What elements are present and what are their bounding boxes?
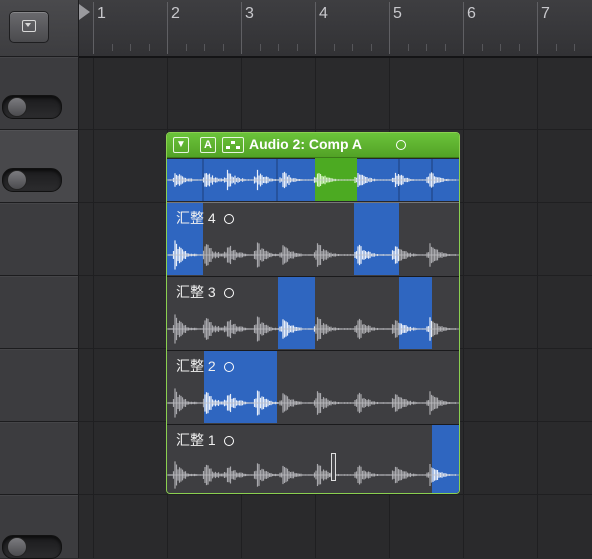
beat-tick	[370, 44, 372, 51]
track-header-7[interactable]	[0, 495, 78, 559]
beat-tick	[407, 44, 409, 51]
toggle-knob	[7, 97, 27, 117]
grid-line	[79, 494, 592, 495]
collapse-triangle-icon[interactable]: ▼	[173, 137, 189, 153]
bar-number-5: 5	[393, 5, 402, 22]
track-header-2[interactable]	[0, 130, 78, 203]
beat-tick	[500, 44, 501, 51]
comp-title: Audio 2: Comp A	[249, 136, 362, 152]
take-circle-icon[interactable]	[223, 436, 234, 447]
comp-title-text: Audio 2: Comp A	[249, 136, 363, 152]
track-header-1[interactable]	[0, 57, 78, 130]
grid-line	[463, 58, 464, 558]
view-menu-button[interactable]	[9, 11, 49, 43]
beat-tick	[148, 44, 150, 51]
comp-header[interactable]: ▼ A Audio 2: Comp A	[167, 133, 459, 158]
track-toggle-2[interactable]	[2, 168, 62, 192]
track-toggle-1[interactable]	[2, 95, 62, 119]
track-header-5[interactable]	[0, 349, 78, 422]
bar-line	[241, 2, 242, 54]
track-header-column	[0, 0, 79, 559]
take-folder-region[interactable]: ▼ A Audio 2: Comp A 汇整 4 汇整 3 汇整 2 汇整 1	[166, 132, 460, 494]
track-header-3[interactable]	[0, 203, 78, 276]
beat-tick	[130, 44, 131, 51]
track-toggle-7[interactable]	[2, 535, 62, 559]
beat-tick	[518, 44, 520, 51]
record-enable-icon[interactable]	[396, 140, 406, 150]
comp-waveform-lane[interactable]	[167, 158, 459, 203]
take-label: 汇整 1	[176, 430, 234, 450]
bar-number-7: 7	[541, 5, 550, 22]
toggle-knob	[7, 537, 27, 557]
playhead-marker-icon[interactable]	[79, 4, 90, 20]
take-name: 汇整 4	[176, 210, 216, 226]
bar-number-2: 2	[171, 5, 180, 22]
take-lane-4[interactable]: 汇整 4	[167, 203, 459, 277]
bar-line	[389, 2, 390, 54]
beat-tick	[426, 44, 427, 51]
take-label: 汇整 2	[176, 356, 234, 376]
take-lane-2[interactable]: 汇整 2	[167, 351, 459, 425]
take-label: 汇整 4	[176, 208, 234, 228]
take-circle-icon[interactable]	[223, 214, 234, 225]
take-name: 汇整 3	[176, 284, 216, 300]
beat-tick	[444, 44, 446, 51]
beat-tick	[111, 44, 113, 51]
grid-line	[93, 58, 94, 558]
grid-line	[537, 58, 538, 558]
take-lane-1[interactable]: 汇整 1	[167, 425, 459, 493]
beat-tick	[259, 44, 261, 51]
bar-line	[537, 2, 538, 54]
comp-waveform	[167, 159, 459, 201]
beat-tick	[296, 44, 298, 51]
beat-tick	[574, 44, 575, 51]
bar-number-3: 3	[245, 5, 254, 22]
bar-number-1: 1	[97, 5, 106, 22]
text-cursor-icon	[331, 453, 336, 481]
toggle-knob	[7, 170, 27, 190]
beat-tick	[278, 44, 279, 51]
track-header-6[interactable]	[0, 422, 78, 495]
beat-tick	[555, 44, 557, 51]
beat-tick	[352, 44, 353, 51]
bar-line	[93, 2, 94, 54]
bar-number-4: 4	[319, 5, 328, 22]
track-header-4[interactable]	[0, 276, 78, 349]
take-label: 汇整 3	[176, 282, 234, 302]
take-circle-icon[interactable]	[223, 288, 234, 299]
beat-tick	[185, 44, 187, 51]
comp-menu-button[interactable]: A	[200, 137, 216, 153]
beat-tick	[333, 44, 335, 51]
take-name: 汇整 2	[176, 358, 216, 374]
take-lane-3[interactable]: 汇整 3	[167, 277, 459, 351]
take-name: 汇整 1	[176, 432, 216, 448]
beat-tick	[481, 44, 483, 51]
grid-line	[79, 129, 592, 130]
quick-swipe-button[interactable]	[222, 137, 244, 153]
bar-line	[167, 2, 168, 54]
beat-tick	[222, 44, 224, 51]
bar-line	[315, 2, 316, 54]
bar-number-6: 6	[467, 5, 476, 22]
take-circle-icon[interactable]	[223, 362, 234, 373]
track-list-corner	[0, 0, 78, 57]
bar-ruler[interactable]: 1 2 3 4 5 6 7	[79, 0, 592, 58]
grid-dots-icon	[226, 141, 240, 149]
bar-line	[463, 2, 464, 54]
dropdown-icon	[22, 20, 36, 32]
beat-tick	[204, 44, 205, 51]
